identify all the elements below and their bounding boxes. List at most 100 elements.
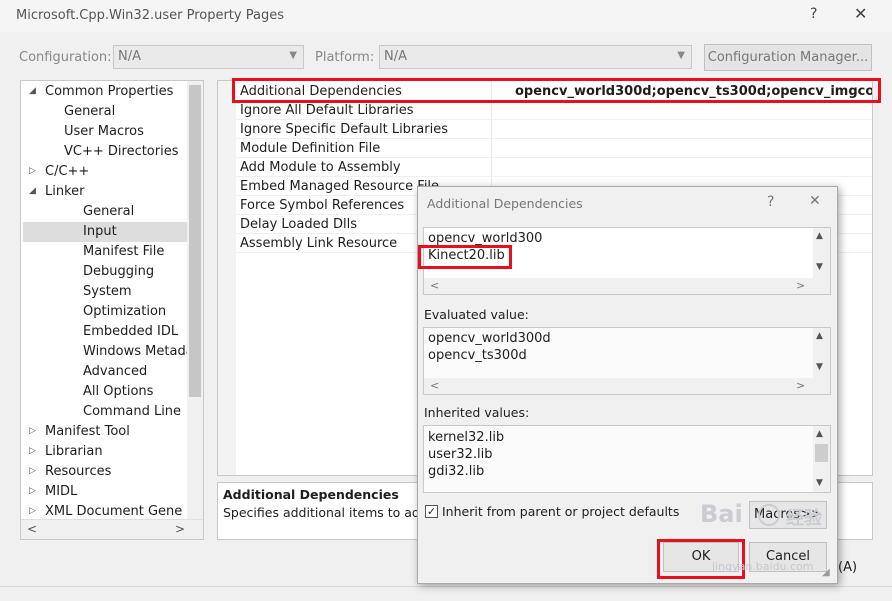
- property-row[interactable]: Module Definition File: [236, 139, 872, 158]
- property-name: Embed Managed Resource File: [240, 179, 440, 194]
- window-bottom-edge: [0, 586, 892, 601]
- chevron-down-icon: ▼: [677, 50, 685, 61]
- inherit-checkbox[interactable]: ✓: [425, 505, 438, 518]
- apply-button-fragment[interactable]: (A): [838, 560, 857, 575]
- inherited-scroll-thumb[interactable]: [815, 444, 828, 462]
- scroll-left-icon[interactable]: <: [430, 379, 439, 392]
- tree-item[interactable]: Windows Metadat: [83, 342, 199, 362]
- property-name: Force Symbol References: [240, 198, 405, 213]
- scroll-right-icon[interactable]: >: [175, 522, 185, 536]
- additional-dependencies-dialog: Additional Dependencies ? ✕ opencv_world…: [417, 186, 838, 584]
- inherited-line: user32.lib: [428, 447, 493, 462]
- property-row[interactable]: Ignore All Default Libraries: [236, 101, 872, 120]
- scroll-right-icon[interactable]: >: [796, 379, 805, 392]
- configuration-value: N/A: [118, 49, 141, 64]
- description-title: Additional Dependencies: [223, 487, 399, 502]
- tree-item[interactable]: Input: [83, 222, 117, 242]
- tree-scroll-thumb[interactable]: [189, 85, 201, 397]
- inherited-values-box: kernel32.lib user32.lib gdi32.lib ▲ ▼: [423, 425, 831, 493]
- tree-item[interactable]: General: [64, 102, 115, 122]
- property-name: Delay Loaded Dlls: [240, 217, 357, 232]
- scroll-up-icon[interactable]: ▲: [816, 429, 823, 439]
- edit-line: opencv_world300: [428, 231, 543, 246]
- highlight-additional-dependencies-row: [232, 78, 881, 103]
- window-title: Microsoft.Cpp.Win32.user Property Pages: [16, 8, 284, 23]
- description-text: Specifies additional items to add: [223, 505, 428, 520]
- evaluated-horizontal-scrollbar[interactable]: < >: [424, 378, 830, 394]
- help-icon[interactable]: ?: [810, 6, 817, 22]
- platform-combo[interactable]: N/A ▼: [379, 45, 692, 69]
- property-name: Assembly Link Resource: [240, 236, 398, 251]
- configuration-combo[interactable]: N/A ▼: [113, 45, 304, 69]
- tree-expander-icon[interactable]: ▷: [29, 506, 36, 516]
- edit-horizontal-scrollbar[interactable]: < >: [424, 278, 830, 294]
- platform-value: N/A: [384, 49, 407, 64]
- configuration-label: Configuration:: [19, 50, 112, 65]
- scroll-right-icon[interactable]: >: [796, 279, 805, 292]
- inherited-line: kernel32.lib: [428, 430, 505, 445]
- evaluated-line: opencv_ts300d: [428, 348, 527, 363]
- close-icon[interactable]: ✕: [854, 4, 867, 23]
- inherited-vertical-scrollbar[interactable]: ▲ ▼: [813, 426, 830, 492]
- tree-expander-icon[interactable]: ▷: [29, 166, 36, 176]
- evaluated-vertical-scrollbar[interactable]: ▲ ▼: [813, 328, 830, 378]
- scroll-up-icon[interactable]: ▲: [816, 231, 823, 241]
- tree-item[interactable]: All Options: [83, 382, 153, 402]
- inherit-checkbox-label: Inherit from parent or project defaults: [442, 504, 680, 519]
- tree-item[interactable]: Debugging: [83, 262, 154, 282]
- scroll-down-icon[interactable]: ▼: [816, 478, 823, 488]
- evaluated-line: opencv_world300d: [428, 331, 551, 346]
- highlight-ok-button: [657, 539, 745, 579]
- scroll-left-icon[interactable]: <: [430, 279, 439, 292]
- tree-expander-icon[interactable]: ◢: [29, 186, 36, 196]
- resize-grip-icon[interactable]: ◢: [822, 567, 830, 578]
- evaluated-value-box: opencv_world300d opencv_ts300d ▲ ▼ < >: [423, 327, 831, 395]
- scroll-up-icon[interactable]: ▲: [816, 331, 823, 341]
- dialog-title: Additional Dependencies: [427, 196, 583, 211]
- property-name: Ignore Specific Default Libraries: [240, 122, 448, 137]
- cancel-button[interactable]: Cancel: [749, 542, 827, 572]
- tree-item[interactable]: Optimization: [83, 302, 166, 322]
- tree-item[interactable]: Linker: [45, 182, 85, 202]
- configuration-manager-button[interactable]: Configuration Manager...: [704, 44, 872, 71]
- tree-item[interactable]: Common Properties: [45, 82, 173, 102]
- tree-item[interactable]: Embedded IDL: [83, 322, 178, 342]
- tree-item[interactable]: System: [83, 282, 131, 302]
- tree-item[interactable]: General: [83, 202, 134, 222]
- inherited-line: gdi32.lib: [428, 464, 485, 479]
- property-row[interactable]: Add Module to Assembly: [236, 158, 872, 177]
- tree-expander-icon[interactable]: ▷: [29, 466, 36, 476]
- tree-item[interactable]: Resources: [45, 462, 111, 482]
- tree-item[interactable]: Command Line: [83, 402, 181, 422]
- tree-item[interactable]: MIDL: [45, 482, 77, 502]
- edit-vertical-scrollbar[interactable]: ▲ ▼: [813, 228, 830, 278]
- tree-expander-icon[interactable]: ▷: [29, 486, 36, 496]
- property-name: Add Module to Assembly: [240, 160, 401, 175]
- scroll-down-icon[interactable]: ▼: [816, 362, 823, 372]
- tree-horizontal-scrollbar[interactable]: < >: [21, 519, 203, 539]
- tree-expander-icon[interactable]: ◢: [29, 86, 36, 96]
- property-row[interactable]: Ignore Specific Default Libraries: [236, 120, 872, 139]
- dialog-help-icon[interactable]: ?: [767, 194, 774, 210]
- tree-item[interactable]: Manifest Tool: [45, 422, 130, 442]
- property-tree: ◢ Common Properties General User Macros VC++…: [20, 80, 204, 540]
- property-name: Module Definition File: [240, 141, 381, 156]
- scroll-down-icon[interactable]: ▼: [816, 262, 823, 272]
- tree-expander-icon[interactable]: ▷: [29, 446, 36, 456]
- highlight-kinect-lib: [418, 245, 512, 269]
- tree-item[interactable]: C/C++: [45, 162, 89, 182]
- tree-item[interactable]: Manifest File: [83, 242, 164, 262]
- tree-expander-icon[interactable]: ▷: [29, 426, 36, 436]
- tree-item[interactable]: Advanced: [83, 362, 147, 382]
- tree-item[interactable]: Librarian: [45, 442, 103, 462]
- chevron-down-icon: ▼: [289, 50, 297, 61]
- macros-button[interactable]: Macros>>: [749, 501, 827, 529]
- tree-item[interactable]: User Macros: [64, 122, 144, 142]
- platform-label: Platform:: [315, 50, 375, 65]
- dialog-close-icon[interactable]: ✕: [809, 193, 821, 209]
- grid-gutter: [218, 81, 236, 475]
- scroll-left-icon[interactable]: <: [27, 522, 37, 536]
- inherited-values-label: Inherited values:: [424, 405, 530, 420]
- tree-item[interactable]: VC++ Directories: [64, 142, 179, 162]
- tree-vertical-scrollbar[interactable]: [187, 81, 203, 519]
